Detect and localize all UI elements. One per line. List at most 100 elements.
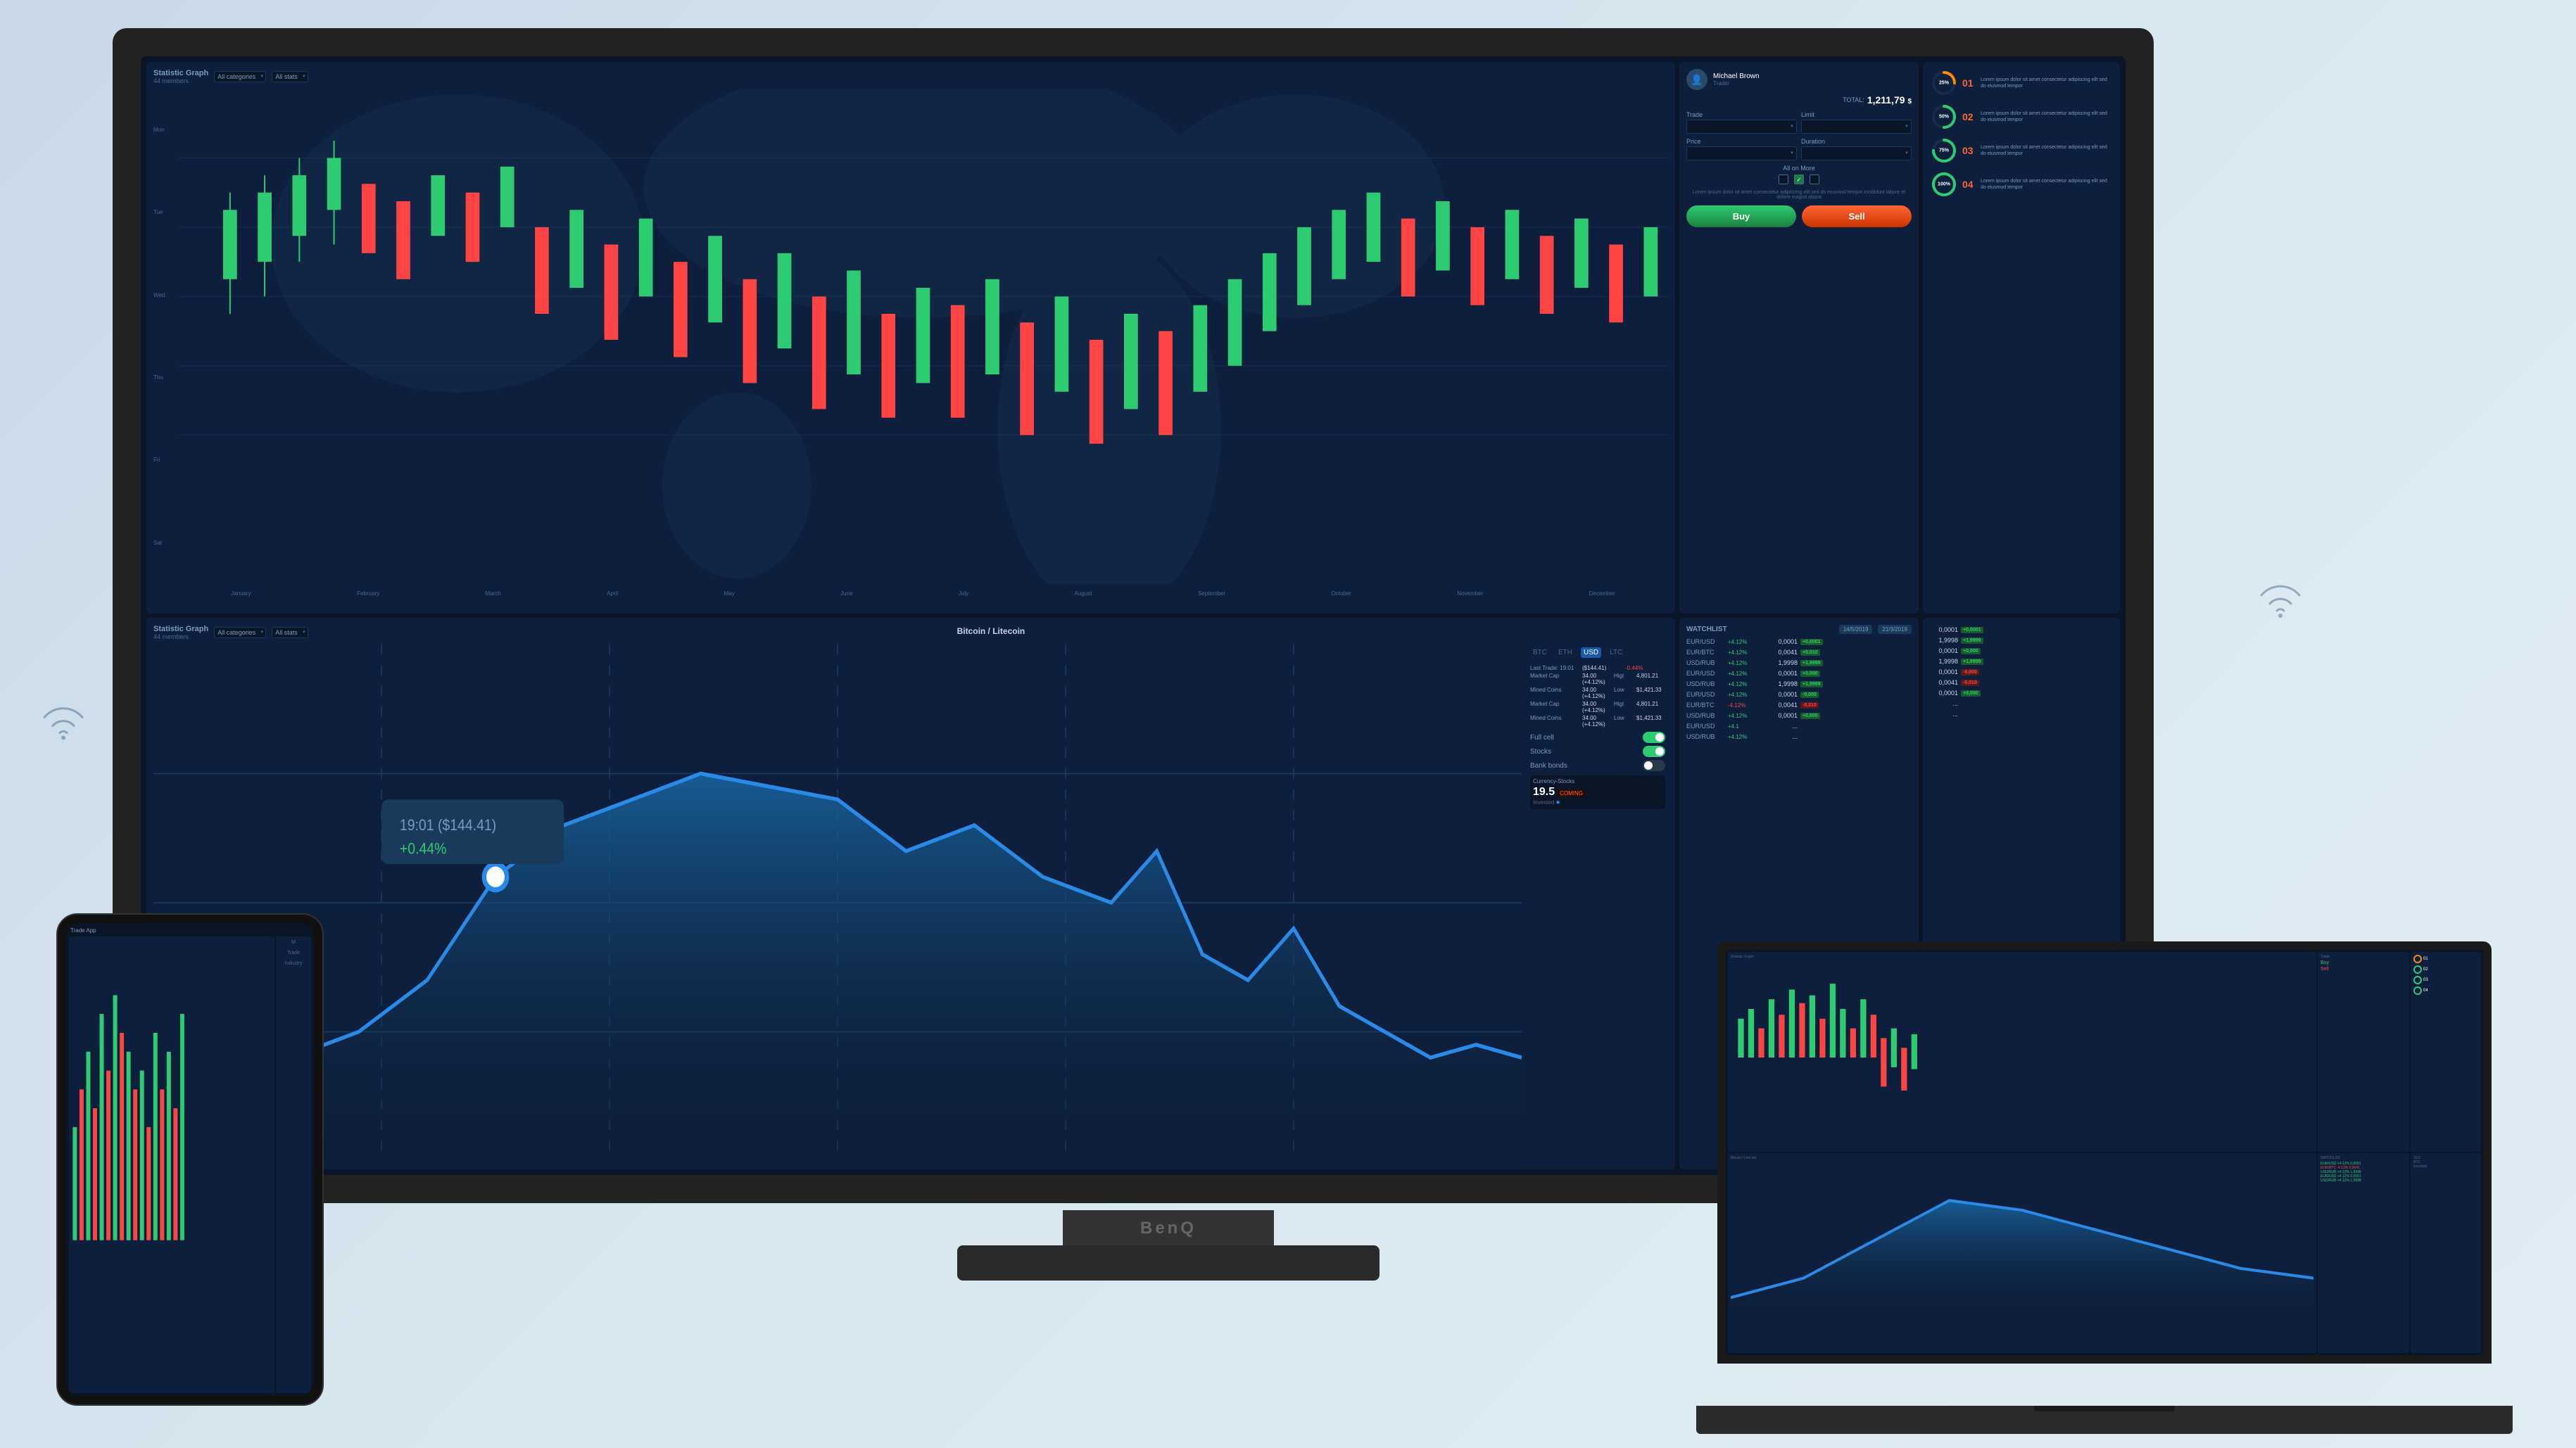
stat-circle-04: 100%	[1930, 170, 1958, 198]
categories-dropdown[interactable]: All categories	[214, 71, 266, 82]
month-apr: April	[607, 590, 618, 597]
trade-input[interactable]	[1686, 120, 1797, 134]
bank-bonds-toggle[interactable]	[1643, 760, 1665, 771]
wr-price-8: ...	[1930, 711, 1958, 718]
all-on-more-label: All on More	[1686, 165, 1912, 172]
profile-bar: 👤 Michael Brown Trader	[1686, 69, 1912, 90]
lp-stat-circle-1	[2413, 955, 2422, 963]
trade-input-wrap[interactable]	[1686, 120, 1797, 134]
lp-stats2-content: 19.5BTCInvested	[2413, 1156, 2478, 1169]
lp-chart-title: Statistic Graph	[1731, 955, 2313, 959]
stat-text-02: Lorem ipsum dolor sit amet consectetur a…	[1981, 110, 2113, 123]
stats-dropdown[interactable]: All stats	[272, 71, 308, 82]
full-cell-toggle[interactable]	[1643, 732, 1665, 743]
lp-btc-title: Bitcoin / Litecoin	[1731, 1156, 2313, 1160]
stocks-toggle[interactable]	[1643, 746, 1665, 757]
watchlist-right-row-4: 0,0001 -0,000	[1930, 667, 2113, 678]
stat-item-04: 100% 04 Lorem ipsum dolor sit amet conse…	[1930, 170, 2113, 198]
higt-label: Higt	[1614, 673, 1634, 685]
monitor-base	[957, 1245, 1379, 1281]
tab-btc[interactable]: BTC	[1530, 647, 1550, 658]
month-nov: November	[1457, 590, 1483, 597]
full-cell-toggle-row: Full cell	[1530, 732, 1665, 743]
watchlist-right-row-5: 0,0041 -0,010	[1930, 678, 2113, 688]
watchlist-rows: EUR/USD +4.12% 0,0001 +0,0001 EUR/BTC +4…	[1686, 637, 1912, 742]
stat-circle-01: 25%	[1930, 69, 1958, 97]
lp-stat-circle-3	[2413, 976, 2422, 984]
wl-price-8: ...	[1769, 723, 1798, 730]
total-value: 1,211,79 $	[1867, 94, 1912, 106]
laptop: Statistic Graph	[1717, 941, 2492, 1434]
low-label2: Low	[1614, 715, 1634, 728]
total-amount: 1,211,79	[1867, 94, 1905, 106]
watchlist-date2: 21/3/2019	[1878, 625, 1912, 634]
phone-header: Trade App	[69, 926, 311, 935]
stocks-label: Stocks	[1530, 748, 1551, 756]
tab-eth[interactable]: ETH	[1555, 647, 1575, 658]
watchlist-right-row-7: ...	[1930, 699, 2113, 709]
main-chart-panel: Statistic Graph 44 members All categorie…	[146, 62, 1675, 614]
watchlist-right-row-3: 1,9998 +1,9999	[1930, 656, 2113, 667]
btc-area-container: 19:01 ($144.41) +0.44%	[153, 644, 1522, 1161]
sell-button[interactable]: Sell	[1802, 205, 1912, 227]
stat-percent-03: 75%	[1939, 148, 1949, 153]
wl-badge-7: +0,000	[1800, 713, 1820, 719]
month-may: May	[724, 590, 735, 597]
mined-val1: 34.00 (+4.12%)	[1582, 687, 1611, 699]
laptop-panel-watchlist: WATCHLIST EUR/USD +4.12% 0,0001 EUR/BTC …	[2318, 1153, 2409, 1353]
trade-info: Last Trade: 19:01 ($144.41) -0.44% Marke…	[1530, 662, 1665, 732]
last-trade-label: Last Trade: 19:01	[1530, 665, 1579, 671]
trade-description: Lorem ipsum dolor sit amet consectetur a…	[1686, 190, 1912, 200]
wl-badge-4: +1,9999	[1800, 681, 1823, 687]
lp-stat-circle-2	[2413, 965, 2422, 974]
btc-chart-panel: Statistic Graph 44 members All categorie…	[146, 618, 1675, 1169]
stat-num-04: 04	[1962, 179, 1976, 190]
currency-title: Currency-Stocks	[1533, 778, 1662, 785]
buy-button[interactable]: Buy	[1686, 205, 1796, 227]
wl-badge-1: +0,010	[1800, 649, 1820, 656]
phone-sidebar-trade[interactable]: Trade	[278, 949, 309, 957]
currency-block: Currency-Stocks 19.5 COMING Invested ●	[1530, 775, 1665, 809]
stat-text-03: Lorem ipsum dolor sit amet consectetur a…	[1981, 144, 2113, 157]
limit-input[interactable]	[1801, 120, 1912, 134]
checkbox-1[interactable]	[1779, 174, 1788, 184]
watchlist-row-8: EUR/USD +4.1 ...	[1686, 721, 1912, 732]
checkbox-3[interactable]	[1810, 174, 1819, 184]
wl-pair-3: EUR/USD	[1686, 670, 1725, 677]
low-val: $1,421.33	[1636, 687, 1665, 699]
limit-input-wrap[interactable]	[1801, 120, 1912, 134]
duration-input-wrap[interactable]	[1801, 146, 1912, 160]
month-dec: December	[1589, 590, 1615, 597]
day-thu: Thu	[153, 374, 177, 381]
btn-row: Buy Sell	[1686, 205, 1912, 227]
laptop-panel-stats2: 19.5BTCInvested	[2411, 1153, 2481, 1353]
checkbox-2[interactable]	[1794, 174, 1804, 184]
wl-change-4: +4.12%	[1728, 681, 1767, 687]
month-jun: June	[840, 590, 852, 597]
btc-stats-dropdown[interactable]: All stats	[272, 627, 308, 638]
bank-bonds-toggle-row: Bank bonds	[1530, 760, 1665, 771]
watchlist-header: WATCHLIST 14/5/2019 21/3/2019	[1686, 625, 1912, 634]
price-input[interactable]	[1686, 146, 1797, 160]
phone-sidebar-industry[interactable]: Industry	[278, 960, 309, 967]
duration-label: Duration	[1801, 138, 1912, 145]
btc-content: 19:01 ($144.41) +0.44% BTC ETH USD LTC	[153, 644, 1668, 1161]
stat-circle-03: 75%	[1930, 136, 1958, 165]
wr-price-4: 0,0001	[1930, 668, 1958, 675]
watchlist-right-row-2: 0,0001 +0,000	[1930, 646, 2113, 656]
watchlist-row-1: EUR/BTC +4.12% 0,0041 +0,010	[1686, 647, 1912, 658]
btc-info-panel: BTC ETH USD LTC Last Trade: 19:01 ($144.…	[1527, 644, 1668, 1161]
phone-sidebar-m[interactable]: M	[278, 939, 309, 946]
price-input-wrap[interactable]	[1686, 146, 1797, 160]
phone: Trade App	[56, 913, 324, 1406]
tab-ltc[interactable]: LTC	[1607, 647, 1625, 658]
checkbox-row	[1686, 174, 1912, 184]
btc-value: 19.5	[1533, 786, 1555, 799]
stat-items-container: 25% 01 Lorem ipsum dolor sit amet consec…	[1930, 69, 2113, 198]
duration-input[interactable]	[1801, 146, 1912, 160]
wl-badge-0: +0,0001	[1800, 639, 1823, 645]
lp-stat-1: 01	[2413, 955, 2478, 963]
market-cap-row2: Market Cap 34.00 (+4.12%) Higt 4,801.21	[1530, 701, 1665, 713]
tab-usd[interactable]: USD	[1581, 647, 1601, 658]
btc-categories-dropdown[interactable]: All categories	[214, 627, 266, 638]
